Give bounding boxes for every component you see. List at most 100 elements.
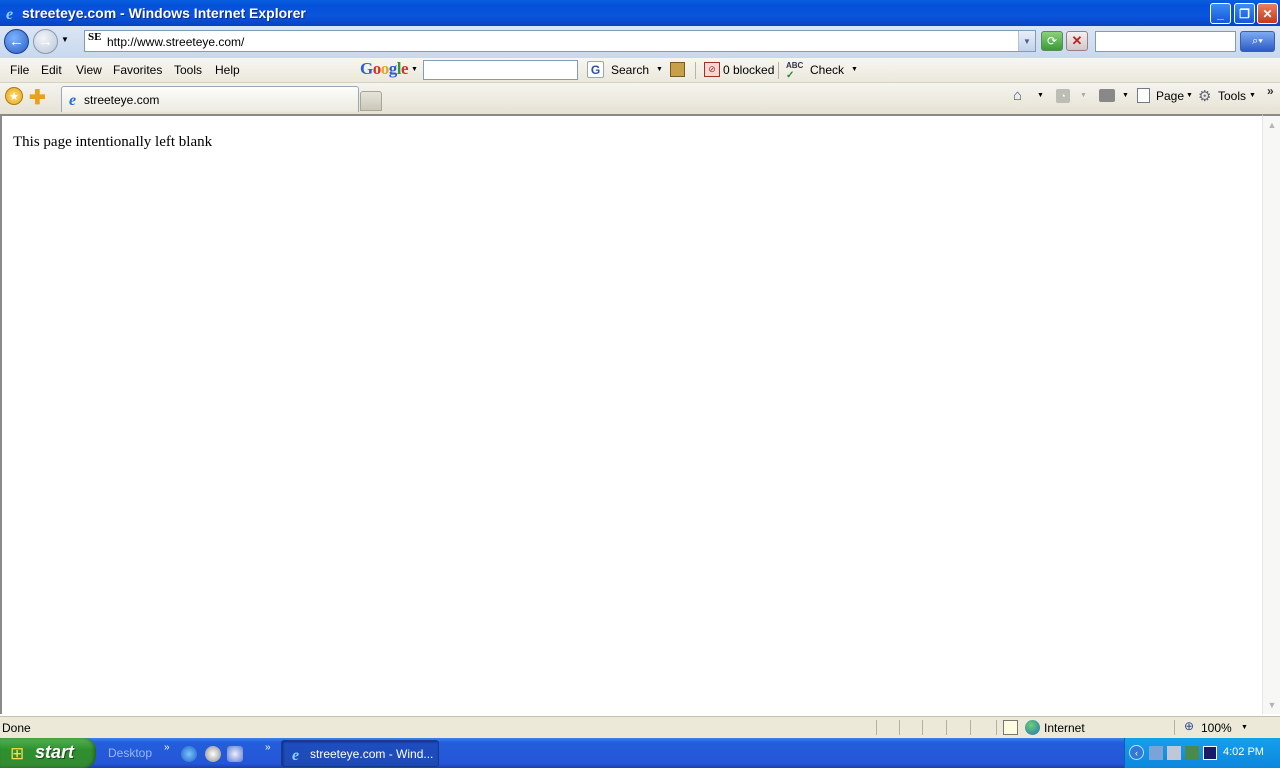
tools-dropdown[interactable]: ▼ (1249, 92, 1256, 99)
start-button[interactable]: ⊞ start (0, 738, 96, 768)
svg-text:e: e (292, 747, 299, 762)
popup-blocked-icon[interactable]: ⊘ (704, 62, 720, 77)
status-divider (876, 720, 877, 735)
quicklaunch-app-icon[interactable] (227, 746, 243, 762)
menu-bar: File Edit View Favorites Tools Help Goog… (0, 58, 1280, 83)
home-dropdown[interactable]: ▼ (1037, 92, 1044, 99)
desktop-toolbar-label[interactable]: Desktop (108, 746, 152, 760)
tray-app-icon[interactable] (1185, 746, 1199, 760)
home-icon[interactable]: ⌂ (1013, 87, 1022, 104)
status-bar: Done Internet ⊕ 100% ▼ (0, 716, 1280, 738)
photo-icon[interactable] (670, 62, 685, 77)
tab-label: streeteye.com (84, 93, 160, 107)
ie-icon: e (69, 92, 76, 107)
print-icon[interactable] (1099, 89, 1115, 102)
security-zone-label[interactable]: Internet (1044, 721, 1085, 735)
tray-monitor-icon[interactable] (1203, 746, 1217, 760)
toolbar-divider (778, 62, 779, 79)
refresh-icon[interactable]: ⟳ (1041, 31, 1063, 51)
page-body-text: This page intentionally left blank (13, 134, 213, 150)
minimize-button[interactable]: _ (1210, 3, 1231, 24)
quicklaunch-ie-icon[interactable] (181, 746, 197, 762)
google-search-input[interactable] (423, 60, 578, 80)
tools-gear-icon: ⚙ (1198, 88, 1212, 105)
popup-blocked-label[interactable]: 0 blocked (723, 63, 774, 77)
scroll-up-arrow-icon[interactable]: ▲ (1265, 118, 1279, 132)
status-divider (970, 720, 971, 735)
chevron-right-icon[interactable]: » (164, 742, 170, 753)
menu-view[interactable]: View (74, 62, 104, 78)
ie-icon: e (292, 747, 299, 762)
recent-pages-dropdown[interactable]: ▼ (61, 35, 69, 44)
close-button[interactable]: ✕ (1257, 3, 1278, 24)
menu-file[interactable]: File (8, 62, 31, 78)
more-tools-chevron-icon[interactable]: » (1267, 84, 1274, 98)
page-content: This page intentionally left blank (0, 114, 1262, 714)
status-divider (922, 720, 923, 735)
add-favorite-icon[interactable]: ✚ (29, 85, 46, 110)
address-bar[interactable]: SE http://www.streeteye.com/ ▼ (84, 30, 1036, 52)
site-favicon: SE (88, 31, 102, 43)
google-menu-dropdown[interactable]: ▼ (411, 66, 418, 73)
protected-mode-icon[interactable] (1003, 720, 1018, 735)
menu-edit[interactable]: Edit (39, 62, 64, 78)
restore-button[interactable]: ❐ (1234, 3, 1255, 24)
toolbar-divider (695, 62, 696, 79)
favorites-star-icon[interactable]: ★ (5, 87, 23, 105)
stop-icon[interactable]: ✕ (1066, 31, 1088, 51)
feeds-dropdown[interactable]: ▼ (1080, 92, 1087, 99)
address-dropdown[interactable]: ▼ (1018, 31, 1035, 51)
chevron-right-icon[interactable]: » (265, 742, 271, 753)
menu-favorites[interactable]: Favorites (111, 62, 164, 78)
print-dropdown[interactable]: ▼ (1122, 92, 1129, 99)
address-toolbar: ← → ▼ SE http://www.streeteye.com/ ▼ ⟳ ✕… (0, 26, 1280, 58)
tab-streeteye[interactable]: e streeteye.com (61, 86, 359, 112)
tools-menu-button[interactable]: Tools (1218, 89, 1246, 103)
tab-bar: ★ ✚ e streeteye.com ⌂ ▼ ◔ ▼ ▼ Page ▼ ⚙ T… (0, 83, 1280, 114)
svg-text:e: e (69, 92, 76, 107)
spellcheck-icon-text: ABC (786, 61, 804, 70)
clock[interactable]: 4:02 PM (1223, 746, 1264, 758)
window-title: streeteye.com - Windows Internet Explore… (22, 5, 306, 21)
google-logo[interactable]: Google (360, 59, 409, 79)
ie-icon: e (6, 6, 13, 21)
menu-help[interactable]: Help (213, 62, 242, 78)
chevron-left-icon[interactable]: ‹ (1129, 745, 1144, 760)
page-dropdown[interactable]: ▼ (1186, 92, 1193, 99)
search-dropdown[interactable]: ▼ (656, 66, 663, 73)
new-tab-button[interactable] (360, 91, 382, 111)
quicklaunch-media-icon[interactable] (205, 746, 221, 762)
back-arrow-icon[interactable]: ← (4, 29, 29, 54)
page-menu-button[interactable]: Page (1156, 89, 1184, 103)
page-icon (1137, 88, 1150, 103)
forward-arrow-icon[interactable]: → (33, 29, 58, 54)
vertical-scrollbar[interactable]: ▲ ▼ (1262, 114, 1280, 714)
status-divider (946, 720, 947, 735)
network-icon[interactable] (1149, 746, 1163, 760)
google-search-button[interactable]: Search (611, 63, 649, 77)
spellcheck-icon[interactable]: ABC ✓ (786, 61, 803, 81)
start-label: start (35, 742, 75, 762)
zoom-icon[interactable]: ⊕ (1184, 719, 1194, 733)
menu-tools[interactable]: Tools (172, 62, 204, 78)
address-input[interactable]: http://www.streeteye.com/ (107, 35, 244, 49)
svg-text:e: e (6, 6, 13, 21)
zoom-level[interactable]: 100% (1201, 721, 1232, 735)
zoom-dropdown[interactable]: ▼ (1241, 724, 1248, 731)
globe-icon (1025, 720, 1040, 735)
spellcheck-button[interactable]: Check (810, 63, 844, 77)
search-go-icon[interactable]: ⌕▾ (1240, 31, 1275, 52)
feeds-icon[interactable]: ◔ (1056, 89, 1070, 103)
windows-flag-icon: ⊞ (10, 744, 25, 763)
check-dropdown[interactable]: ▼ (851, 66, 858, 73)
scroll-down-arrow-icon[interactable]: ▼ (1265, 698, 1279, 712)
system-tray: ‹ 4:02 PM (1124, 738, 1280, 768)
title-bar[interactable]: e streeteye.com - Windows Internet Explo… (0, 0, 1280, 26)
google-search-icon[interactable]: G (587, 61, 604, 78)
status-text: Done (2, 721, 31, 735)
network-disconnected-icon[interactable] (1167, 746, 1181, 760)
status-divider (899, 720, 900, 735)
live-search-input[interactable] (1095, 31, 1236, 52)
taskbar-button-label: streeteye.com - Wind... (310, 747, 434, 761)
taskbar-button-ie[interactable]: e streeteye.com - Wind... (281, 740, 439, 767)
